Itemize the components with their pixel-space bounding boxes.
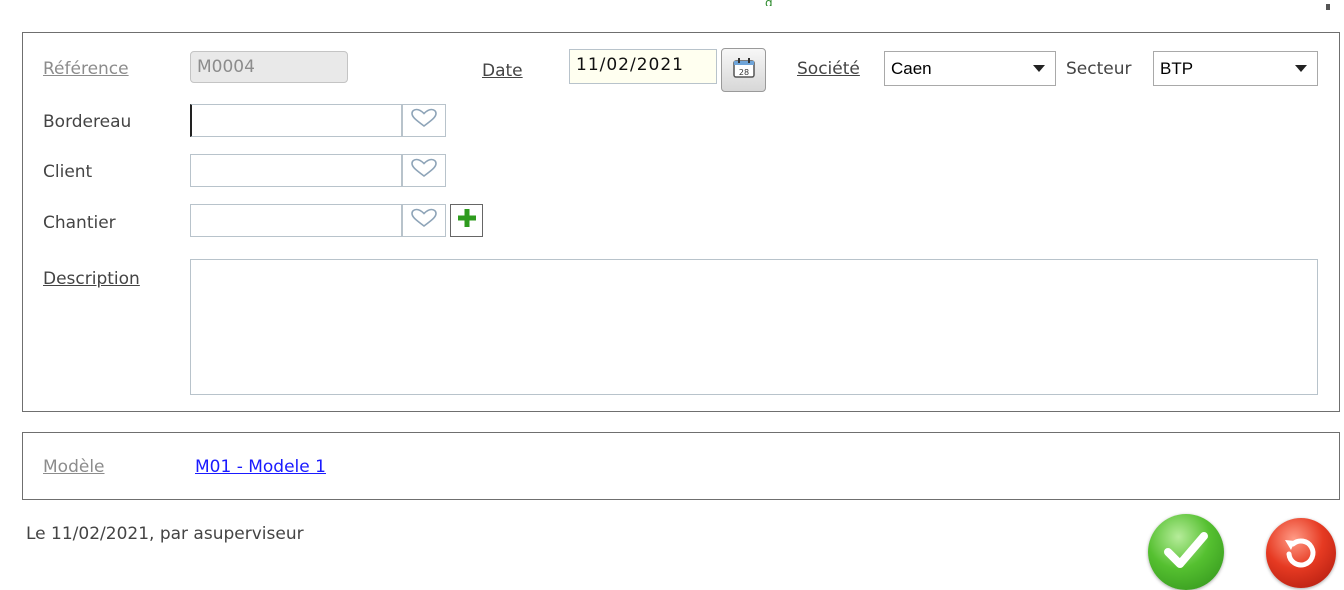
client-label: Client [43,162,93,182]
secteur-select[interactable]: BTP [1153,51,1318,86]
cancel-button[interactable] [1266,518,1336,588]
bordereau-input[interactable] [190,104,402,137]
plus-icon [456,207,478,234]
undo-icon [1281,532,1321,577]
client-picker-button[interactable] [402,154,446,187]
date-label: Date [482,61,523,81]
add-chantier-button[interactable] [450,204,483,237]
modele-label: Modèle [43,457,105,477]
societe-label: Société [797,59,860,79]
reference-label: Référence [43,59,129,79]
heart-icon [410,108,438,133]
chantier-input[interactable] [190,204,402,237]
heart-icon [410,208,438,233]
date-input[interactable]: 11/02/2021 [569,49,717,84]
validate-button[interactable] [1148,514,1224,590]
secteur-selected: BTP [1160,58,1194,78]
top-cut-mark: g [765,0,777,6]
societe-selected: Caen [891,58,932,78]
chantier-label: Chantier [43,213,116,233]
heart-icon [410,158,438,183]
bordereau-label: Bordereau [43,112,132,132]
description-label: Description [43,269,140,289]
chevron-down-icon [1033,65,1045,72]
description-textarea[interactable] [190,259,1318,395]
modele-link[interactable]: M01 - Modele 1 [195,456,326,478]
chantier-picker-button[interactable] [402,204,446,237]
bordereau-picker-button[interactable] [402,104,446,137]
secteur-label: Secteur [1066,59,1132,79]
societe-select[interactable]: Caen [884,51,1056,86]
calendar-day-text: 28 [738,68,748,77]
client-input[interactable] [190,154,402,187]
chevron-down-icon [1295,65,1307,72]
checkmark-icon [1162,528,1210,577]
top-dot [1326,4,1330,10]
calendar-icon: 28 [732,57,756,84]
calendar-button[interactable]: 28 [721,48,766,92]
reference-field: M0004 [190,51,348,83]
footer-status: Le 11/02/2021, par asuperviseur [26,524,304,544]
